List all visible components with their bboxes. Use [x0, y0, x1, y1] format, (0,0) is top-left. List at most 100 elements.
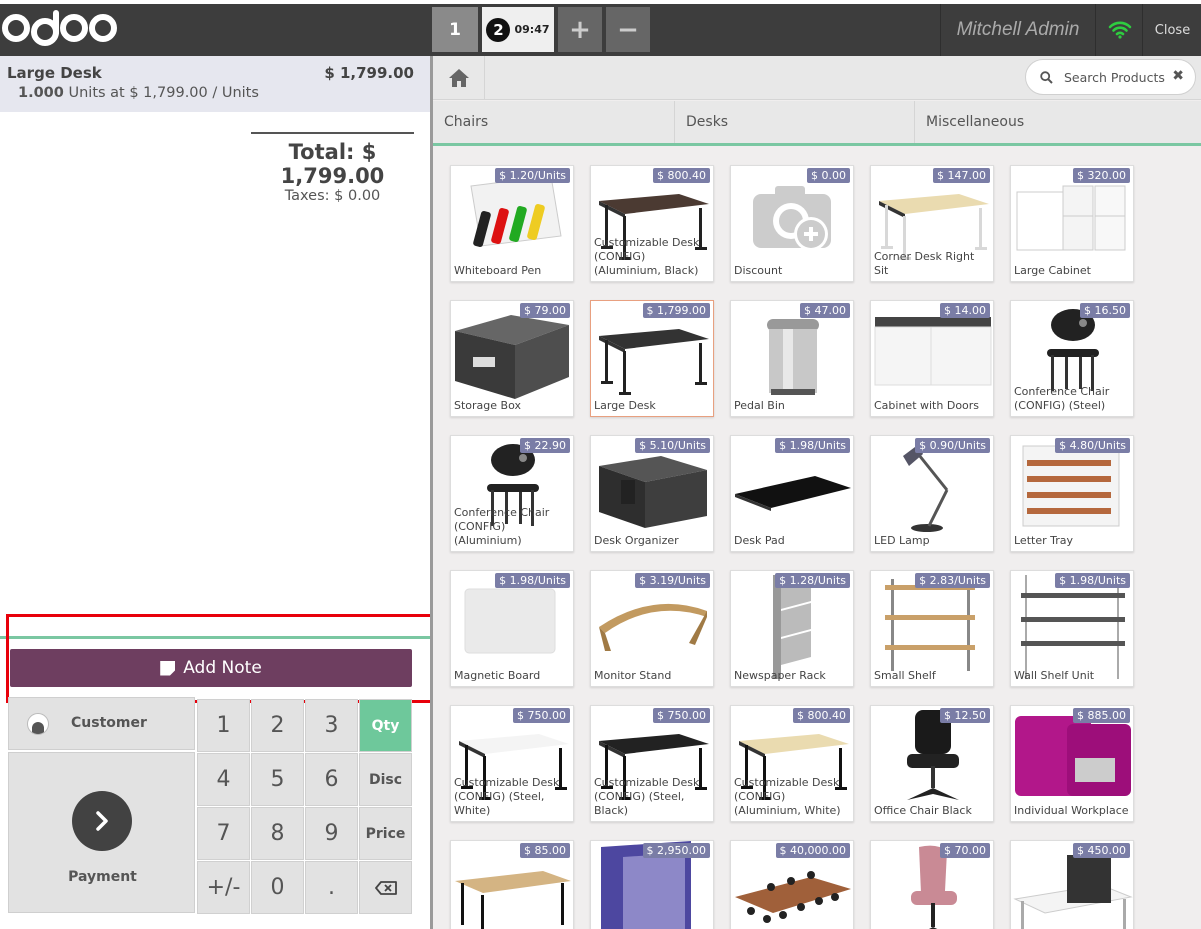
product-price: $ 885.00 [1073, 708, 1130, 723]
payment-button[interactable]: Payment [8, 752, 195, 913]
numpad-key-1[interactable]: 1 [197, 699, 250, 752]
order-tab-1[interactable]: 1 [432, 7, 478, 52]
category-bar: Chairs Desks Miscellaneous [433, 101, 1201, 143]
product-card[interactable]: $ 47.00 Pedal Bin [730, 300, 854, 417]
order-tab-2[interactable]: 2 09:47 [482, 7, 554, 52]
product-card[interactable]: $ 79.00 Storage Box [450, 300, 574, 417]
numpad-key-sign[interactable]: +/- [197, 861, 250, 914]
product-price: $ 3.19/Units [635, 573, 710, 588]
product-card[interactable]: $ 85.00 [450, 840, 574, 929]
product-name: Customizable Desk (CONFIG) (Aluminium, W… [734, 776, 841, 817]
product-card[interactable]: $ 885.00 Individual Workplace [1010, 705, 1134, 822]
product-card[interactable]: $ 800.40 Customizable Desk (CONFIG) (Alum… [730, 705, 854, 822]
order-line[interactable]: Large Desk $ 1,799.00 1.000 Units at $ 1… [0, 56, 430, 112]
product-name: Office Chair Black [874, 804, 972, 817]
product-card[interactable]: $ 40,000.00 [730, 840, 854, 929]
numpad-key-decimal[interactable]: . [305, 861, 358, 914]
odoo-logo [2, 6, 117, 50]
product-card[interactable]: $ 70.00 [870, 840, 994, 929]
product-card[interactable]: $ 1.98/Units Wall Shelf Unit [1010, 570, 1134, 687]
product-name: Small Shelf [874, 669, 936, 682]
products-pane: Search Products ✖ Chairs Desks Miscellan… [433, 56, 1201, 929]
pos-screen: 1 2 09:47 + − Mitchell Admin Close Large… [0, 0, 1201, 929]
product-name: Desk Pad [734, 534, 785, 547]
delete-order-button[interactable]: − [606, 7, 650, 52]
product-price: $ 70.00 [940, 843, 990, 858]
product-name: Large Desk [594, 399, 656, 412]
numpad-key-0[interactable]: 0 [251, 861, 304, 914]
qty-mode-button[interactable]: Qty [359, 699, 412, 752]
product-card[interactable]: $ 1.98/Units Desk Pad [730, 435, 854, 552]
home-button[interactable] [433, 56, 485, 100]
product-price: $ 85.00 [520, 843, 570, 858]
product-card[interactable]: $ 3.19/Units Monitor Stand [590, 570, 714, 687]
product-price: $ 1,799.00 [642, 303, 710, 318]
product-card[interactable]: $ 800.40 Customizable Desk (CONFIG) (Alum… [590, 165, 714, 282]
product-card[interactable]: $ 320.00 Large Cabinet [1010, 165, 1134, 282]
product-price: $ 1.28/Units [775, 573, 850, 588]
order-time: 09:47 [514, 23, 550, 36]
backspace-icon [374, 880, 397, 895]
product-name: Customizable Desk (CONFIG) (Steel, Black… [594, 776, 700, 817]
clear-search-icon[interactable]: ✖ [1172, 68, 1184, 84]
category-miscellaneous[interactable]: Miscellaneous [915, 101, 1201, 143]
product-card[interactable]: $ 1.98/Units Magnetic Board [450, 570, 574, 687]
numpad-key-7[interactable]: 7 [197, 807, 250, 860]
search-icon [1040, 71, 1053, 84]
product-card[interactable]: $ 22.90 Conference Chair (CONFIG) (Alumin… [450, 435, 574, 552]
control-pad: Customer Payment 1 2 3 Qty 4 5 6 Disc 7 … [8, 697, 413, 914]
numpad-key-5[interactable]: 5 [251, 753, 304, 806]
disc-mode-button[interactable]: Disc [359, 753, 412, 806]
product-name: Customizable Desk (CONFIG) (Steel, White… [454, 776, 560, 817]
numpad-key-6[interactable]: 6 [305, 753, 358, 806]
product-card[interactable]: $ 450.00 [1010, 840, 1134, 929]
product-price: $ 2.83/Units [915, 573, 990, 588]
product-price: $ 40,000.00 [775, 843, 850, 858]
product-card[interactable]: $ 4.80/Units Letter Tray [1010, 435, 1134, 552]
product-price: $ 1.98/Units [775, 438, 850, 453]
order-pane: Large Desk $ 1,799.00 1.000 Units at $ 1… [0, 56, 463, 929]
product-name: Conference Chair (CONFIG) (Aluminium) [454, 506, 550, 547]
product-card[interactable]: $ 2.83/Units Small Shelf [870, 570, 994, 687]
new-order-button[interactable]: + [558, 7, 602, 52]
product-price: $ 4.80/Units [1055, 438, 1130, 453]
product-card[interactable]: $ 750.00 Customizable Desk (CONFIG) (Stee… [590, 705, 714, 822]
search-input[interactable]: Search Products [1064, 70, 1165, 85]
home-icon [448, 69, 469, 87]
product-card[interactable]: $ 1,799.00 Large Desk [590, 300, 714, 417]
numpad-key-2[interactable]: 2 [251, 699, 304, 752]
product-name: Wall Shelf Unit [1014, 669, 1095, 682]
product-name: Pedal Bin [734, 399, 785, 412]
product-price: $ 1.98/Units [1055, 573, 1130, 588]
price-mode-button[interactable]: Price [359, 807, 412, 860]
product-card[interactable]: $ 5.10/Units Desk Organizer [590, 435, 714, 552]
product-card[interactable]: $ 0.90/Units LED Lamp [870, 435, 994, 552]
product-price: $ 12.50 [940, 708, 990, 723]
category-chairs[interactable]: Chairs [433, 101, 675, 143]
product-card[interactable]: $ 14.00 Cabinet with Doors [870, 300, 994, 417]
product-price: $ 2,950.00 [642, 843, 710, 858]
numpad-key-8[interactable]: 8 [251, 807, 304, 860]
product-name: Desk Organizer [594, 534, 679, 547]
close-button[interactable]: Close [1144, 4, 1201, 56]
numpad-key-3[interactable]: 3 [305, 699, 358, 752]
product-card[interactable]: $ 2,950.00 [590, 840, 714, 929]
product-card[interactable]: $ 1.28/Units Newspaper Rack [730, 570, 854, 687]
order-taxes: Taxes: $ 0.00 [284, 188, 381, 204]
order-number: 2 [486, 17, 511, 42]
product-card[interactable]: $ 12.50 Office Chair Black [870, 705, 994, 822]
product-card[interactable]: $ 1.20/Units Whiteboard Pen [450, 165, 574, 282]
product-name: Conference Chair (CONFIG) (Steel) [1014, 385, 1110, 412]
category-desks[interactable]: Desks [675, 101, 915, 143]
customer-button[interactable]: Customer [8, 697, 195, 750]
search-box[interactable]: Search Products ✖ [1025, 59, 1196, 95]
wifi-icon [1097, 4, 1143, 56]
numpad-key-4[interactable]: 4 [197, 753, 250, 806]
product-card[interactable]: $ 16.50 Conference Chair (CONFIG) (Steel) [1010, 300, 1134, 417]
product-price: $ 0.90/Units [915, 438, 990, 453]
numpad-key-9[interactable]: 9 [305, 807, 358, 860]
product-card[interactable]: $ 750.00 Customizable Desk (CONFIG) (Stee… [450, 705, 574, 822]
backspace-button[interactable] [359, 861, 412, 914]
product-card[interactable]: $ 147.00 Corner Desk Right Sit [870, 165, 994, 282]
product-card[interactable]: $ 0.00 Discount [730, 165, 854, 282]
